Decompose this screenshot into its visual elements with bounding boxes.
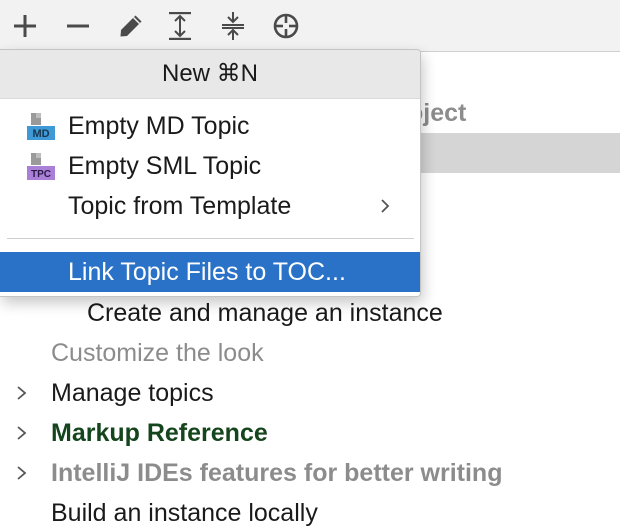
edit-button[interactable] [116,10,146,42]
tree-row[interactable]: Markup Reference [0,413,620,453]
collapse-all-icon [222,12,244,40]
project-tree-window: oject Create and manage an instance Cust… [0,0,620,530]
tree-row-label: Build an instance locally [51,499,318,527]
tree-row-label: IntelliJ IDEs features for better writin… [51,459,503,487]
tpc-file-icon: TPC [27,153,55,180]
new-popup-menu: New ⌘N MD Empty MD Topic TPC Empty SML T… [0,49,421,297]
locate-button[interactable] [271,10,301,42]
menu-item-label: Empty SML Topic [68,152,262,180]
tree-row-label: Customize the look [51,339,264,367]
add-button[interactable] [10,10,40,42]
menu-separator [7,238,414,239]
chevron-right-icon [381,199,390,213]
tree-row[interactable]: Create and manage an instance [0,293,620,333]
tpc-badge-text: TPC [31,169,51,180]
menu-item-label: Empty MD Topic [68,112,250,140]
locate-icon [273,13,299,39]
chevron-right-icon[interactable] [14,385,30,401]
md-badge-text: MD [32,128,49,140]
menu-item-empty-sml-topic[interactable]: TPC Empty SML Topic [0,146,420,186]
tree-row[interactable]: Manage topics [0,373,620,413]
menu-item-topic-from-template[interactable]: Topic from Template [0,186,420,226]
md-file-icon: MD [27,113,55,140]
edit-icon [120,15,142,37]
toolbar [0,0,620,52]
collapse-all-button[interactable] [218,10,248,42]
popup-title: New ⌘N [0,50,420,99]
chevron-right-icon[interactable] [14,425,30,441]
tree-row-label: Manage topics [51,379,214,407]
menu-item-empty-md-topic[interactable]: MD Empty MD Topic [0,106,420,146]
expand-all-icon [169,12,191,40]
chevron-right-icon[interactable] [14,465,30,481]
tree-row-label: Create and manage an instance [87,299,443,327]
tree-row[interactable]: IntelliJ IDEs features for better writin… [0,453,620,493]
tree-row-label: Markup Reference [51,419,268,447]
add-icon [14,15,36,37]
tree-row[interactable]: Build an instance locally [0,493,620,530]
menu-item-link-topic-files[interactable]: Link Topic Files to TOC... [0,252,420,292]
remove-button[interactable] [63,10,93,42]
menu-item-label: Link Topic Files to TOC... [68,258,346,286]
remove-icon [67,24,89,28]
menu-item-label: Topic from Template [68,192,292,220]
expand-all-button[interactable] [165,10,195,42]
tree-row[interactable]: Customize the look [0,333,620,373]
